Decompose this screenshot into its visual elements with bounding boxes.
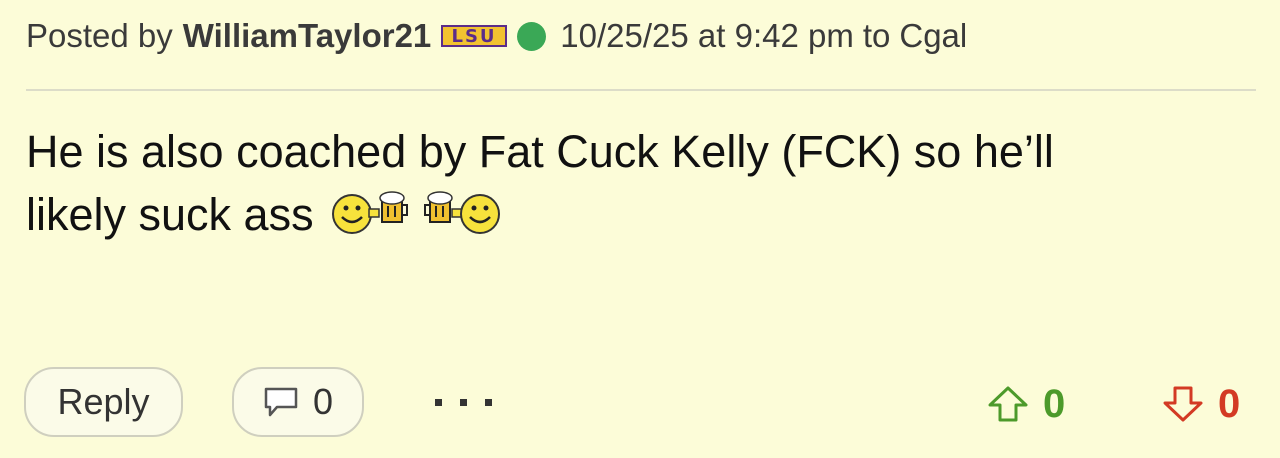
dot-icon [460, 398, 467, 406]
speech-bubble-icon [264, 387, 298, 417]
up-arrow-icon [988, 386, 1028, 422]
recipient-link[interactable]: Cgal [899, 17, 967, 55]
post-body: He is also coached by Fat Cuck Kelly (FC… [26, 120, 1246, 246]
cheers-emoji-icon [332, 191, 501, 234]
reply-button-label: Reply [57, 381, 150, 422]
username-link[interactable]: WilliamTaylor21 [183, 17, 432, 55]
comment-count: 0 [312, 381, 334, 422]
downvote-button[interactable]: 0 [1162, 378, 1240, 430]
svg-text:LSU: LSU [452, 26, 497, 47]
reply-button[interactable]: Reply [24, 367, 183, 437]
post-card: Posted by WilliamTaylor21 LSU 10/25/25 a… [0, 0, 1280, 458]
upvote-button[interactable]: 0 [987, 378, 1065, 430]
downvote-count: 0 [1218, 381, 1241, 426]
lsu-logo-icon: LSU [441, 25, 508, 47]
online-status-icon [517, 21, 547, 51]
header-divider [26, 89, 1256, 91]
dot-icon [435, 398, 442, 406]
post-body-line-1: He is also coached by Fat Cuck Kelly (FC… [26, 126, 1054, 177]
comment-count-button[interactable]: 0 [232, 367, 364, 437]
down-arrow-icon [1163, 386, 1203, 422]
more-options-button[interactable] [435, 377, 492, 427]
post-body-line-2: likely suck ass [26, 189, 314, 240]
upvote-count: 0 [1043, 381, 1066, 426]
post-header: Posted by WilliamTaylor21 LSU 10/25/25 a… [26, 14, 967, 58]
dot-icon [485, 398, 492, 406]
posted-by-label: Posted by [26, 17, 173, 54]
post-timestamp: 10/25/25 at 9:42 pm [560, 17, 854, 54]
to-label: to [862, 17, 891, 54]
